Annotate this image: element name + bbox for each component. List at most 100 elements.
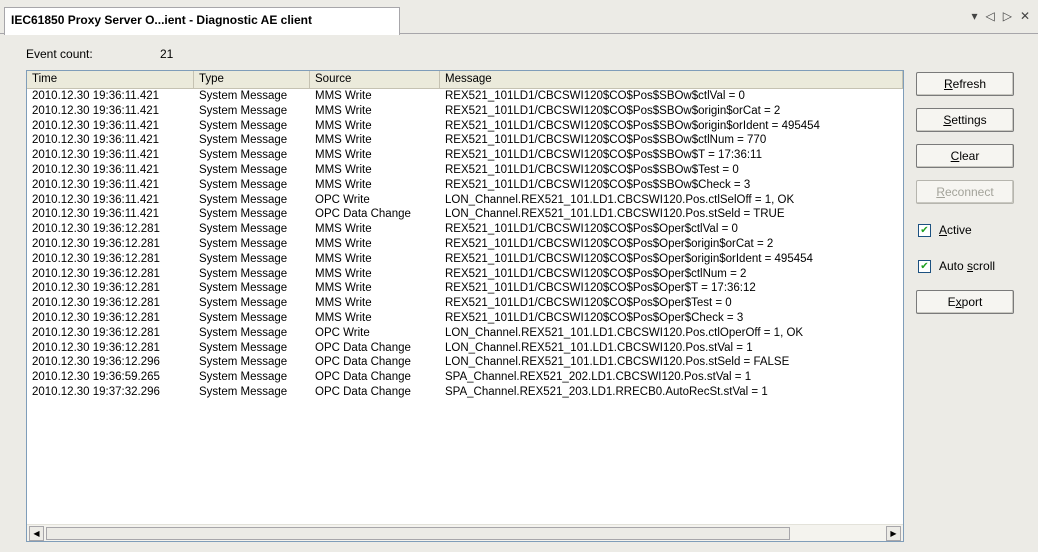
table-row[interactable]: 2010.12.30 19:36:12.296 System Message OPC… <box>27 355 903 370</box>
cell-source: MMS Write <box>315 252 372 265</box>
table-row[interactable]: 2010.12.30 19:36:11.421 System Message OPC… <box>27 193 903 208</box>
table-row[interactable]: 2010.12.30 19:37:32.296 System Message OPC… <box>27 385 903 400</box>
cell-message: SPA_Channel.REX521_202.LD1.CBCSWI120.Pos… <box>445 371 752 384</box>
tab-diagnostic-ae-client[interactable]: IEC61850 Proxy Server O...ient - Diagnos… <box>4 7 400 35</box>
active-checkbox-box[interactable]: ✔ <box>918 223 931 237</box>
tab-previous-icon[interactable]: ◁ <box>985 9 994 23</box>
table-row[interactable]: 2010.12.30 19:36:11.421 System Message MMS… <box>27 163 903 178</box>
table-row[interactable]: 2010.12.30 19:36:12.281 System Message MMS… <box>27 281 903 296</box>
cell-source: OPC Data Change <box>315 208 411 221</box>
cell-time: 2010.12.30 19:36:12.281 <box>32 341 160 354</box>
cell-time: 2010.12.30 19:36:11.421 <box>32 149 160 162</box>
cell-type: System Message <box>199 193 288 206</box>
clear-label: lear <box>959 149 980 163</box>
active-checkbox[interactable]: ✔ Active <box>918 223 972 237</box>
cell-message: REX521_101LD1/CBCSWI120$CO$Pos$Oper$orig… <box>445 237 774 250</box>
settings-button[interactable]: Settings <box>916 108 1014 132</box>
cell-type: System Message <box>199 252 288 265</box>
export-label-pre: E <box>947 295 956 309</box>
cell-time: 2010.12.30 19:36:12.281 <box>32 252 160 265</box>
event-list-header: Time Type Source Message <box>27 71 903 89</box>
tab-next-icon[interactable]: ▷ <box>1003 9 1012 23</box>
cell-type: System Message <box>199 90 288 102</box>
table-row[interactable]: 2010.12.30 19:36:12.281 System Message MMS… <box>27 311 903 326</box>
refresh-label: efresh <box>952 77 987 91</box>
cell-message: LON_Channel.REX521_101.LD1.CBCSWI120.Pos… <box>445 193 795 206</box>
cell-source: MMS Write <box>315 223 372 236</box>
table-row[interactable]: 2010.12.30 19:36:11.421 System Message MMS… <box>27 148 903 163</box>
table-row[interactable]: 2010.12.30 19:36:59.265 System Message OPC… <box>27 370 903 385</box>
event-rows: 2010.12.30 19:36:11.421 System Message MMS… <box>27 89 903 400</box>
table-row[interactable]: 2010.12.30 19:36:12.281 System Message OPC… <box>27 341 903 356</box>
cell-type: System Message <box>199 119 288 132</box>
cell-message: REX521_101LD1/CBCSWI120$CO$Pos$SBOw$Test… <box>445 163 739 176</box>
cell-time: 2010.12.30 19:36:12.281 <box>32 237 160 250</box>
auto-scroll-label-pre: Auto <box>939 259 968 273</box>
table-row[interactable]: 2010.12.30 19:36:12.281 System Message MMS… <box>27 267 903 282</box>
cell-source: OPC Data Change <box>315 356 411 369</box>
cell-time: 2010.12.30 19:36:59.265 <box>32 371 160 384</box>
cell-source: OPC Write <box>315 326 370 339</box>
cell-source: MMS Write <box>315 90 372 102</box>
cell-type: System Message <box>199 163 288 176</box>
cell-time: 2010.12.30 19:37:32.296 <box>32 385 160 398</box>
cell-type: System Message <box>199 282 288 295</box>
cell-message: REX521_101LD1/CBCSWI120$CO$Pos$SBOw$T = … <box>445 149 762 162</box>
table-row[interactable]: 2010.12.30 19:36:11.421 System Message MMS… <box>27 178 903 193</box>
table-row[interactable]: 2010.12.30 19:36:11.421 System Message MMS… <box>27 119 903 134</box>
column-header-source[interactable]: Source <box>310 71 440 89</box>
table-row[interactable]: 2010.12.30 19:36:12.281 System Message MMS… <box>27 296 903 311</box>
cell-source: MMS Write <box>315 267 372 280</box>
cell-source: MMS Write <box>315 104 372 117</box>
table-row[interactable]: 2010.12.30 19:36:12.281 System Message MMS… <box>27 237 903 252</box>
tab-list-dropdown-icon[interactable]: ▾ <box>971 9 977 23</box>
event-count-value: 21 <box>160 47 174 61</box>
column-header-time[interactable]: Time <box>27 71 194 89</box>
cell-type: System Message <box>199 223 288 236</box>
cell-time: 2010.12.30 19:36:12.281 <box>32 297 160 310</box>
auto-scroll-checkbox-box[interactable]: ✔ <box>918 259 931 273</box>
cell-message: REX521_101LD1/CBCSWI120$CO$Pos$Oper$T = … <box>445 282 756 295</box>
scrollbar-thumb[interactable] <box>46 527 790 540</box>
cell-source: MMS Write <box>315 237 372 250</box>
cell-message: REX521_101LD1/CBCSWI120$CO$Pos$Oper$Test… <box>445 297 732 310</box>
cell-type: System Message <box>199 178 288 191</box>
scroll-left-icon[interactable]: ◀ <box>29 526 44 541</box>
auto-scroll-checkbox[interactable]: ✔ Auto scroll <box>918 259 995 273</box>
horizontal-scrollbar[interactable]: ◀ ▶ <box>27 524 903 541</box>
cell-message: REX521_101LD1/CBCSWI120$CO$Pos$Oper$Chec… <box>445 311 744 324</box>
event-count-label: Event count: <box>26 47 93 61</box>
reconnect-button[interactable]: Reconnect <box>916 180 1014 204</box>
table-row[interactable]: 2010.12.30 19:36:12.281 System Message MMS… <box>27 252 903 267</box>
table-row[interactable]: 2010.12.30 19:36:11.421 System Message MMS… <box>27 104 903 119</box>
cell-time: 2010.12.30 19:36:12.281 <box>32 223 160 236</box>
event-list[interactable]: Time Type Source Message 2010.12.30 19:3… <box>26 70 904 542</box>
table-row[interactable]: 2010.12.30 19:36:11.421 System Message MMS… <box>27 89 903 104</box>
table-row[interactable]: 2010.12.30 19:36:12.281 System Message MMS… <box>27 222 903 237</box>
cell-time: 2010.12.30 19:36:12.281 <box>32 326 160 339</box>
export-button[interactable]: Export <box>916 290 1014 314</box>
column-header-message[interactable]: Message <box>440 71 903 89</box>
table-row[interactable]: 2010.12.30 19:36:11.421 System Message OPC… <box>27 207 903 222</box>
clear-button[interactable]: Clear <box>916 144 1014 168</box>
cell-type: System Message <box>199 356 288 369</box>
cell-type: System Message <box>199 311 288 324</box>
cell-source: OPC Data Change <box>315 385 411 398</box>
refresh-button[interactable]: Refresh <box>916 72 1014 96</box>
cell-source: MMS Write <box>315 149 372 162</box>
cell-type: System Message <box>199 267 288 280</box>
cell-message: REX521_101LD1/CBCSWI120$CO$Pos$Oper$ctlV… <box>445 223 738 236</box>
scroll-right-icon[interactable]: ▶ <box>886 526 901 541</box>
column-header-type[interactable]: Type <box>194 71 310 89</box>
table-row[interactable]: 2010.12.30 19:36:12.281 System Message OPC… <box>27 326 903 341</box>
tab-controls: ▾ ◁ ▷ ✕ <box>971 9 1030 23</box>
export-label-rest: port <box>961 295 983 309</box>
cell-source: MMS Write <box>315 119 372 132</box>
close-icon[interactable]: ✕ <box>1020 9 1030 23</box>
cell-type: System Message <box>199 297 288 310</box>
settings-label: ettings <box>951 113 987 127</box>
refresh-accesskey: R <box>943 77 953 91</box>
cell-type: System Message <box>199 385 288 398</box>
cell-time: 2010.12.30 19:36:12.281 <box>32 267 160 280</box>
table-row[interactable]: 2010.12.30 19:36:11.421 System Message MMS… <box>27 133 903 148</box>
